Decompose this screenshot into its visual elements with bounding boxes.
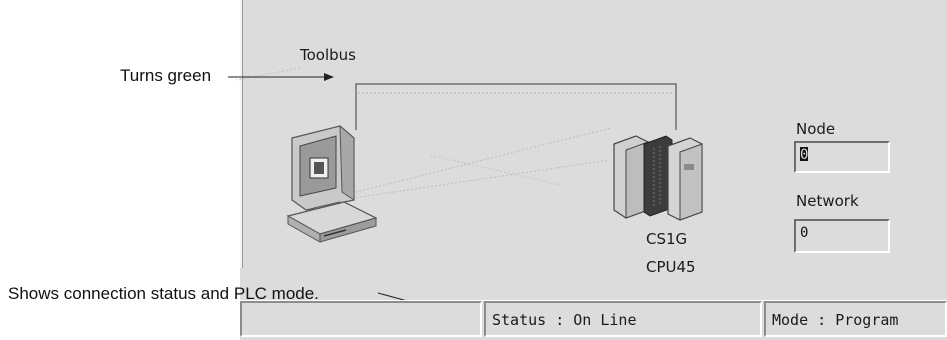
plc-model-line2: CPU45 — [646, 258, 696, 276]
status-mode: Mode : Program — [764, 301, 947, 337]
toolbus-label: Toolbus — [300, 46, 356, 64]
network-value: 0 — [800, 225, 809, 241]
plc-model-line1: CS1G — [646, 230, 688, 248]
node-input[interactable]: 0 — [794, 141, 890, 173]
toolbus-callout-text: Turns green — [120, 66, 212, 85]
computer-icon — [286, 124, 378, 243]
node-value: 0 — [800, 147, 809, 163]
plc-icon — [613, 135, 703, 221]
status-connection: Status : On Line — [484, 301, 762, 337]
status-cell-empty — [240, 301, 482, 337]
network-input[interactable]: 0 — [794, 219, 890, 253]
network-label: Network — [796, 192, 859, 210]
node-label: Node — [796, 120, 836, 138]
status-bar: Status : On Line Mode : Program — [240, 300, 947, 340]
